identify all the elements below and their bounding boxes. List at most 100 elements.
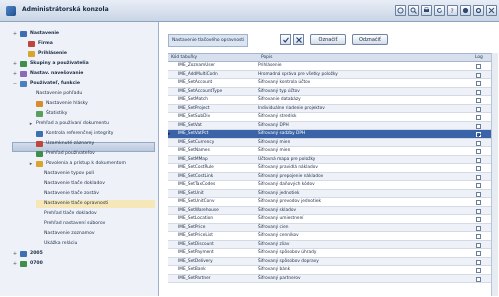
close-window-icon[interactable] [486, 5, 497, 16]
expander-icon[interactable]: + [12, 261, 18, 267]
search-icon[interactable] [408, 5, 419, 16]
sidebar-item[interactable]: Nastavenie hlásky [28, 100, 155, 108]
table-row[interactable]: IME_AddMultiCodn Hromadná správa pre všet… [168, 70, 497, 79]
log-checkbox[interactable] [476, 174, 481, 180]
table-row[interactable]: IME_SetUnitConv Šifrovaný prevodov jednot… [168, 198, 497, 207]
sidebar-item[interactable]: + Nastavenie [12, 30, 155, 38]
sidebar-item[interactable]: Nastavenie tlače zostáv [36, 190, 155, 198]
log-checkbox[interactable] [476, 259, 481, 265]
table-row[interactable]: IME_SetWarehouse Šifrovaný skladov [168, 206, 497, 215]
log-checkbox[interactable] [476, 183, 481, 188]
log-checkbox[interactable] [476, 64, 481, 69]
help-icon[interactable] [395, 5, 406, 16]
sidebar-item[interactable]: +2005 [12, 250, 155, 258]
sidebar-item[interactable]: Štatistiky [28, 110, 155, 118]
log-checkbox[interactable] [476, 106, 481, 112]
log-checkbox[interactable] [476, 251, 481, 256]
log-checkbox[interactable] [476, 242, 481, 248]
table-row[interactable]: IME_SetPrice Šifrovaný cien [168, 223, 497, 232]
table-row[interactable]: IME_SetPriceList Šifrovaný cenníkov [168, 232, 497, 241]
print-icon[interactable] [421, 5, 432, 16]
sidebar-item[interactable]: Uzamknuté záznamy [28, 140, 155, 148]
sidebar-item[interactable]: Prehľad nastavení súborov [36, 220, 155, 228]
log-checkbox[interactable] [476, 276, 481, 282]
log-checkbox[interactable] [476, 191, 481, 197]
table-row[interactable]: ▸ IME_SetVatPct Šifrovaný sadzby DPH [168, 130, 497, 139]
sidebar-item[interactable]: Nastavenie tlače opravnosti [36, 200, 155, 208]
table-row[interactable]: IME_SetPayment Šifrovaný spôsobov úhrady [168, 249, 497, 258]
log-checkbox[interactable] [476, 115, 481, 120]
expander-icon[interactable]: + [12, 251, 18, 257]
log-checkbox[interactable] [476, 140, 481, 146]
table-row[interactable]: IME_SetLocation Šifrovaný umiestnení [168, 215, 497, 224]
expander-icon[interactable]: + [12, 71, 18, 77]
table-row[interactable]: IME_SetVat Šifrovaný DPH [168, 121, 497, 130]
log-checkbox[interactable] [476, 225, 481, 231]
sidebar-item[interactable]: Nastavenie typov polí [36, 170, 155, 178]
column-header-code[interactable]: Kód tabuľky [168, 54, 258, 62]
table-row[interactable]: IME_SetSubDiv Šifrovaný stredísk [168, 113, 497, 122]
settings-icon[interactable] [473, 5, 484, 16]
expander-icon[interactable]: + [12, 31, 18, 37]
sidebar-item[interactable]: + Skupiny a používatelia [12, 60, 155, 68]
log-checkbox[interactable] [476, 166, 481, 171]
refresh-icon[interactable] [434, 5, 445, 16]
log-checkbox[interactable] [476, 200, 481, 205]
expander-icon[interactable]: ▸ [28, 121, 34, 127]
table-row[interactable]: IME_SetNames Šifrovaný mien [168, 147, 497, 156]
sidebar-item[interactable]: Prehľad tlače dokladov [36, 210, 155, 218]
sidebar-item[interactable]: +0700 [12, 260, 155, 268]
sidebar-item[interactable]: + Nastav. navešovanie [12, 70, 155, 78]
log-checkbox[interactable] [476, 89, 481, 95]
log-checkbox[interactable] [476, 132, 481, 137]
sidebar-item[interactable]: − Používateľ, funkcie [12, 80, 155, 88]
table-row[interactable]: IME_SetPartner Šifrovaný partnerov [168, 274, 497, 283]
expander-icon[interactable]: ▸ [28, 161, 34, 167]
log-checkbox[interactable] [476, 234, 481, 239]
table-row[interactable]: IME_SetProject Individuálne riadenie proj… [168, 104, 497, 113]
log-checkbox[interactable] [476, 208, 481, 214]
table-row[interactable]: IME_ZoznamUser Prihlásenie [168, 62, 497, 71]
log-checkbox[interactable] [476, 98, 481, 103]
sidebar-item[interactable]: Nastavenie tlače dokladov [36, 180, 155, 188]
column-header-name[interactable]: Popis [258, 54, 472, 62]
log-checkbox[interactable] [476, 268, 481, 273]
checkmark-icon[interactable] [280, 34, 291, 45]
vertical-scrollbar[interactable] [491, 53, 498, 296]
about-icon[interactable]: ? [447, 5, 458, 16]
sidebar-item[interactable]: Nastavenie zoznamov [36, 230, 155, 238]
deselect-all-button[interactable]: Odznačiť [352, 34, 388, 45]
sidebar-item[interactable]: ▸ Povolenia a prístup k dokumentom [28, 160, 155, 168]
table-row[interactable]: IME_SetUnit Šifrovaný jednotiek [168, 189, 497, 198]
sidebar-item-label: Nastavenie tlače zostáv [44, 191, 99, 196]
info-icon[interactable] [460, 5, 471, 16]
log-checkbox[interactable] [476, 217, 481, 222]
expander-icon[interactable]: + [12, 61, 18, 67]
log-checkbox[interactable] [476, 123, 481, 129]
log-checkbox[interactable] [476, 149, 481, 154]
table-row[interactable]: IME_SetCostLink Šifrovaný prepojenie nákl… [168, 172, 497, 181]
select-all-button[interactable]: Označiť [310, 34, 346, 45]
table-row[interactable]: IME_SetBank Šifrovaný bánk [168, 266, 497, 275]
table-row[interactable]: IME_SetMMap Účtovná mapa pre položky [168, 155, 497, 164]
sidebar-item[interactable]: Prihlásenie [20, 50, 155, 58]
table-row[interactable]: IME_SetCurrency Šifrovaný mien [168, 138, 497, 147]
sidebar-item[interactable]: Prehľad používateľov [28, 150, 155, 158]
expander-icon[interactable]: − [12, 81, 18, 87]
close-icon[interactable] [293, 34, 304, 45]
sidebar-item[interactable]: Kontrola referenčnej integrity [28, 130, 155, 138]
sidebar-item[interactable]: Firma [20, 40, 155, 48]
table-row[interactable]: IME_SetCostRule Šifrovaný pravidlá náklad… [168, 164, 497, 173]
table-row[interactable]: IME_SetAccountType Šifrovaný typ účtov [168, 87, 497, 96]
sidebar-item[interactable]: Ukážka reláciu [36, 240, 155, 248]
sidebar-item[interactable]: ▸ Prehľad a používaní dokumentu [28, 120, 155, 128]
table-row[interactable]: IME_SetTaxCodes Šifrovaný daňových kódov [168, 181, 497, 190]
log-checkbox[interactable] [476, 157, 481, 163]
log-checkbox[interactable] [476, 81, 481, 86]
sidebar-item[interactable]: Nastavenie pohľadu [28, 90, 155, 98]
table-row[interactable]: IME_SetDelivery Šifrovaný spôsobov doprav… [168, 257, 497, 266]
table-row[interactable]: IME_SetDiscount Šifrovaný zliav [168, 240, 497, 249]
table-row[interactable]: IME_SetMatch Šifrovanie databázy [168, 96, 497, 105]
log-checkbox[interactable] [476, 72, 481, 78]
table-row[interactable]: IME_SetAccount Šifrovaný kontrola účtov [168, 79, 497, 88]
